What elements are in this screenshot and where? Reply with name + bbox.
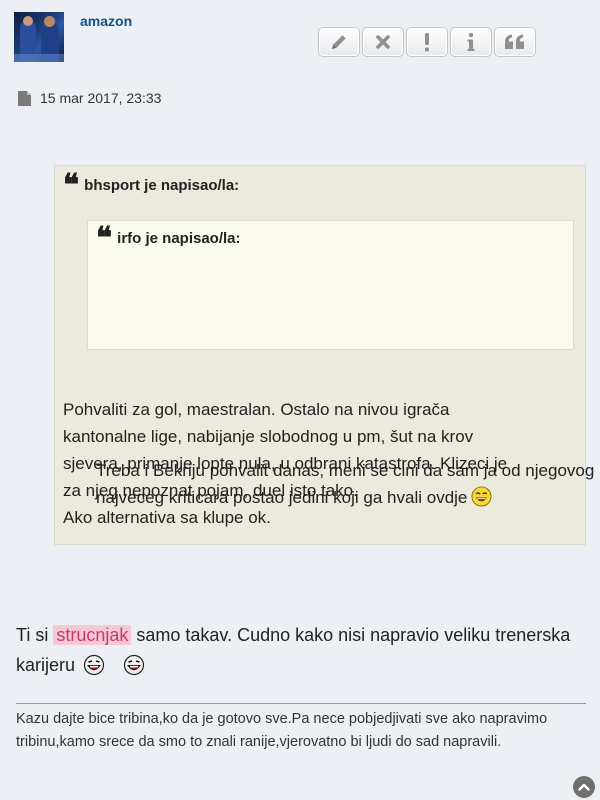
quote-mark-icon: ❝ [96, 221, 113, 256]
quote-mark-icon: ❝ [63, 168, 80, 203]
info-button[interactable] [450, 27, 492, 57]
nested-quote-citation: ❝ irfo je napisao/la: [96, 221, 565, 256]
close-icon [376, 35, 390, 49]
post-date: 15 mar 2017, 23:33 [18, 90, 161, 106]
quote-button[interactable] [494, 27, 536, 57]
chevron-up-icon [578, 783, 590, 791]
file-icon [18, 90, 31, 106]
nested-quote-author: irfo je napisao/la: [117, 229, 241, 247]
exclamation-icon [425, 33, 429, 52]
laughing-face-icon [123, 654, 145, 676]
post-text: Ti si strucnjak samo takav. Cudno kako n… [16, 625, 571, 676]
pencil-icon [332, 35, 346, 49]
laughing-face-icon [83, 654, 105, 676]
signature-divider [16, 703, 586, 704]
back-to-top-button[interactable] [573, 776, 595, 798]
signature: Kazu dajte bice tribina,ko da je gotovo … [16, 711, 548, 750]
report-button[interactable] [406, 27, 448, 57]
quote-icon [505, 34, 524, 49]
avatar[interactable] [14, 12, 64, 62]
quote-block: ❝ bhsport je napisao/la: ❝ irfo je napis… [54, 165, 594, 545]
quote-text: Pohvaliti za gol, maestralan. Ostalo na … [63, 400, 508, 527]
delete-button[interactable] [362, 27, 404, 57]
highlighted-word: strucnjak [53, 625, 132, 645]
edit-button[interactable] [318, 27, 360, 57]
quote-citation: ❝ bhsport je napisao/la: [63, 168, 575, 203]
info-icon [467, 33, 475, 51]
nested-quote-block: ❝ irfo je napisao/la: Treba i Bekriju po… [87, 220, 594, 507]
quote-author: bhsport je napisao/la: [84, 176, 240, 194]
post-date-text: 15 mar 2017, 23:33 [40, 90, 162, 106]
username-link[interactable]: amazon [80, 13, 132, 29]
